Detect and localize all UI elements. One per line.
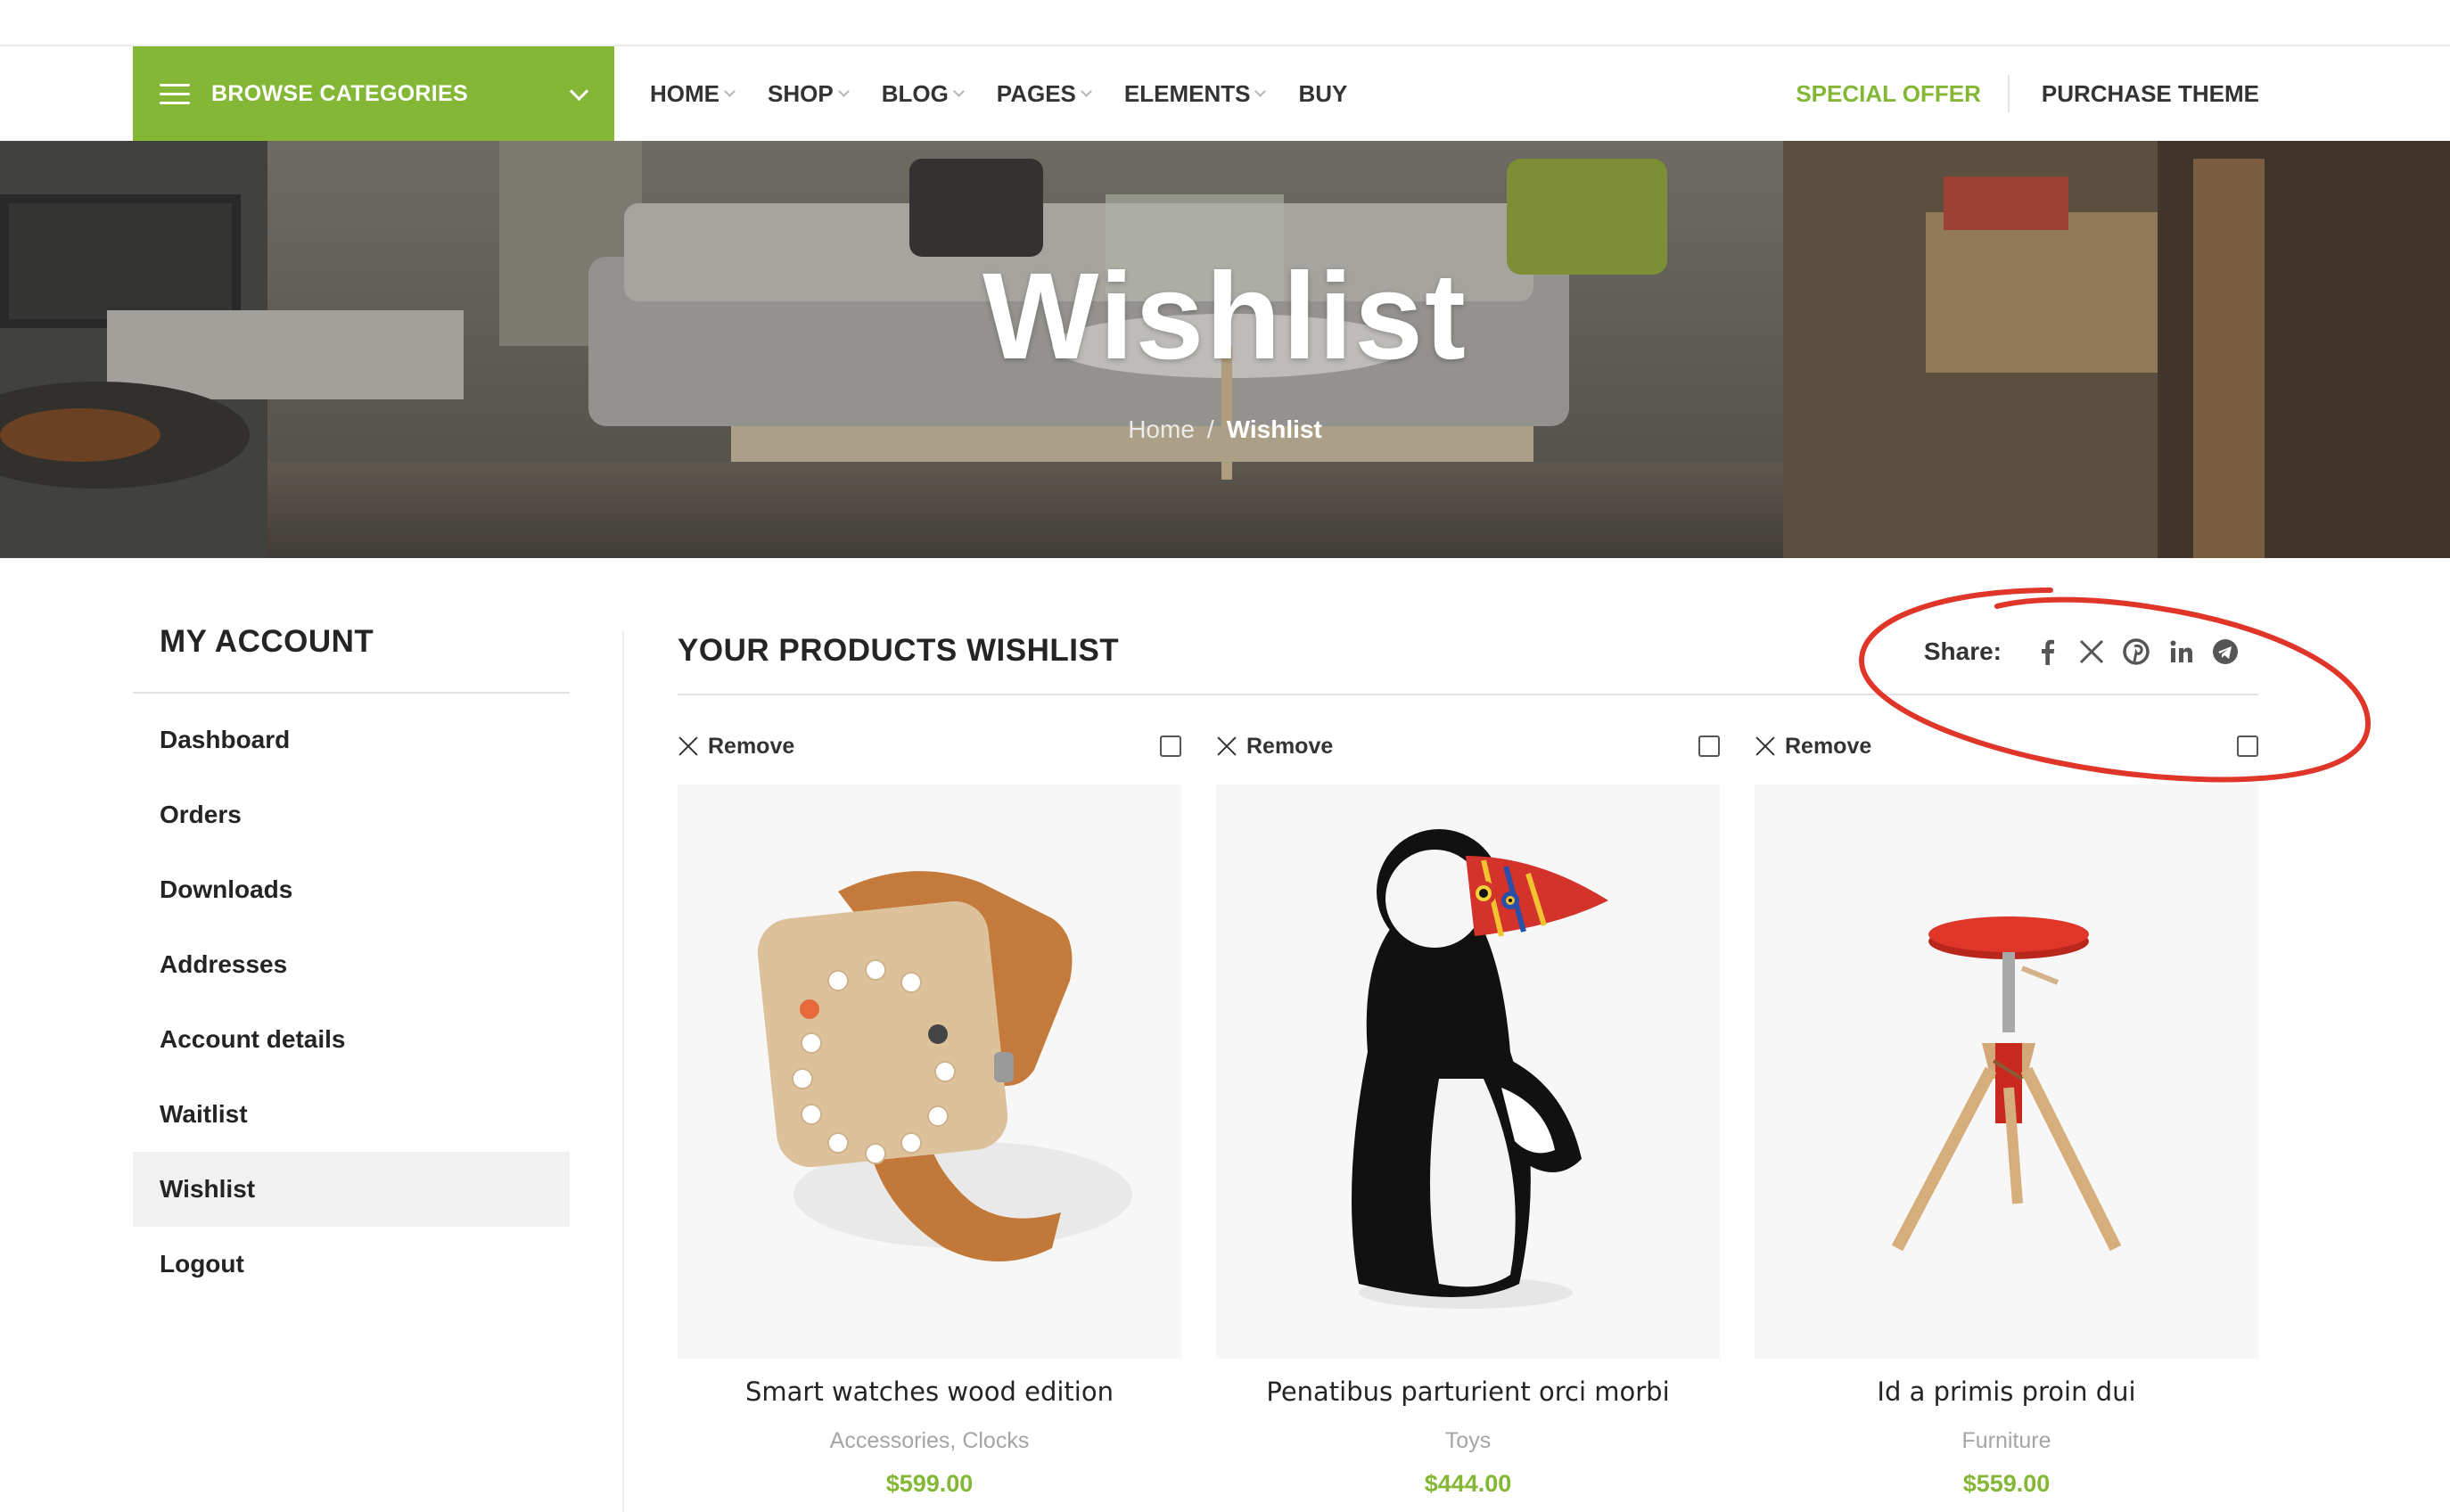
remove-label: Remove <box>1785 733 1872 759</box>
select-checkbox[interactable] <box>1160 735 1181 757</box>
top-strip <box>0 0 2450 46</box>
wishlist-content: YOUR PRODUCTS WISHLIST Share: Remove Sma… <box>678 624 2258 1497</box>
product-price: $559.00 <box>1962 1470 2051 1497</box>
nav-item-label: ELEMENTS <box>1123 79 1251 107</box>
wishlist-title: YOUR PRODUCTS WISHLIST <box>678 633 1120 668</box>
browse-categories-label: BROWSE CATEGORIES <box>211 80 468 106</box>
nav-item-home[interactable]: HOME <box>650 79 736 108</box>
chevron-down-icon <box>1081 86 1092 97</box>
select-checkbox[interactable] <box>2237 735 2258 757</box>
nav-item-buy[interactable]: BUY <box>1298 80 1347 108</box>
account-sidebar: MY ACCOUNT Dashboard Orders Downloads Ad… <box>133 624 570 1302</box>
nav-item-shop[interactable]: SHOP <box>768 79 850 108</box>
product-card: Remove Id a primis proin dui Furniture $… <box>1755 724 2258 1498</box>
sidebar-item-logout[interactable]: Logout <box>133 1227 570 1302</box>
product-price: $444.00 <box>1424 1470 1512 1497</box>
remove-button[interactable]: Remove <box>1755 734 1871 760</box>
nav-item-label: BUY <box>1298 79 1348 107</box>
column-divider <box>622 630 624 1512</box>
menu-icon <box>160 82 190 105</box>
linkedin-icon[interactable] <box>2166 637 2196 667</box>
select-checkbox[interactable] <box>1698 735 1720 757</box>
remove-label: Remove <box>708 733 795 759</box>
product-name[interactable]: Penatibus parturient orci morbi <box>1216 1376 1720 1407</box>
wishlist-header: YOUR PRODUCTS WISHLIST Share: <box>678 624 2258 695</box>
breadcrumb-current: Wishlist <box>1226 415 1322 443</box>
product-categories[interactable]: Accessories, Clocks <box>678 1428 1181 1454</box>
nav-item-blog[interactable]: BLOG <box>881 79 965 108</box>
close-icon <box>1216 735 1237 757</box>
product-image-wooden-watch[interactable] <box>678 785 1181 1359</box>
product-categories[interactable]: Furniture <box>1755 1428 2258 1454</box>
product-name[interactable]: Smart watches wood edition <box>678 1376 1181 1407</box>
special-offer-link[interactable]: SPECIAL OFFER <box>1796 80 2008 108</box>
x-twitter-icon[interactable] <box>2076 637 2107 667</box>
nav-item-label: BLOG <box>881 79 949 107</box>
sidebar-item-orders[interactable]: Orders <box>133 777 570 852</box>
remove-button[interactable]: Remove <box>678 734 794 760</box>
chevron-down-icon <box>724 86 736 97</box>
breadcrumb-separator: / <box>1206 415 1214 443</box>
sidebar-item-addresses[interactable]: Addresses <box>133 927 570 1002</box>
product-card: Remove <box>678 724 1181 1498</box>
share-label: Share: <box>1923 637 2002 665</box>
product-categories[interactable]: Toys <box>1216 1428 1720 1454</box>
browse-categories-button[interactable]: BROWSE CATEGORIES <box>133 46 614 141</box>
breadcrumb-home-link[interactable]: Home <box>1128 415 1195 443</box>
share-bar: Share: <box>1924 637 2240 667</box>
product-image-puffin-figure[interactable] <box>1216 785 1720 1359</box>
chevron-down-icon <box>952 86 965 97</box>
remove-label: Remove <box>1246 733 1334 759</box>
close-icon <box>1755 735 1776 757</box>
nav-item-pages[interactable]: PAGES <box>996 79 1092 108</box>
chevron-down-icon <box>1254 86 1267 97</box>
sidebar-title: MY ACCOUNT <box>133 624 570 694</box>
page-title: Wishlist <box>982 248 1468 385</box>
nav-item-label: SHOP <box>768 79 834 107</box>
sidebar-item-wishlist[interactable]: Wishlist <box>133 1152 570 1227</box>
sidebar-item-waitlist[interactable]: Waitlist <box>133 1077 570 1152</box>
product-card: Remove <box>1216 724 1720 1498</box>
nav-item-elements[interactable]: ELEMENTS <box>1123 79 1267 108</box>
nav-item-label: HOME <box>650 79 719 107</box>
primary-menu: HOME SHOP BLOG PAGES ELEMENTS BUY <box>650 46 1381 141</box>
sidebar-item-account-details[interactable]: Account details <box>133 1002 570 1077</box>
product-price: $599.00 <box>885 1470 974 1497</box>
account-menu: Dashboard Orders Downloads Addresses Acc… <box>133 703 570 1302</box>
product-image-red-stool[interactable] <box>1755 785 2258 1359</box>
main-navbar: BROWSE CATEGORIES HOME SHOP BLOG PAGES E… <box>0 46 2450 141</box>
purchase-theme-link[interactable]: PURCHASE THEME <box>2010 80 2259 108</box>
telegram-icon[interactable] <box>2210 637 2240 667</box>
page-hero-banner: Wishlist Home / Wishlist <box>0 141 2450 558</box>
chevron-down-icon <box>570 85 588 103</box>
facebook-icon[interactable] <box>2032 637 2062 667</box>
sidebar-item-dashboard[interactable]: Dashboard <box>133 703 570 777</box>
breadcrumb: Home / Wishlist <box>0 415 2450 444</box>
secondary-menu: SPECIAL OFFER PURCHASE THEME <box>1796 46 2259 141</box>
sidebar-item-downloads[interactable]: Downloads <box>133 852 570 927</box>
remove-button[interactable]: Remove <box>1216 734 1333 760</box>
close-icon <box>678 735 699 757</box>
nav-item-label: PAGES <box>996 79 1076 107</box>
pinterest-icon[interactable] <box>2121 637 2151 667</box>
product-name[interactable]: Id a primis proin dui <box>1755 1376 2258 1407</box>
chevron-down-icon <box>837 86 850 97</box>
